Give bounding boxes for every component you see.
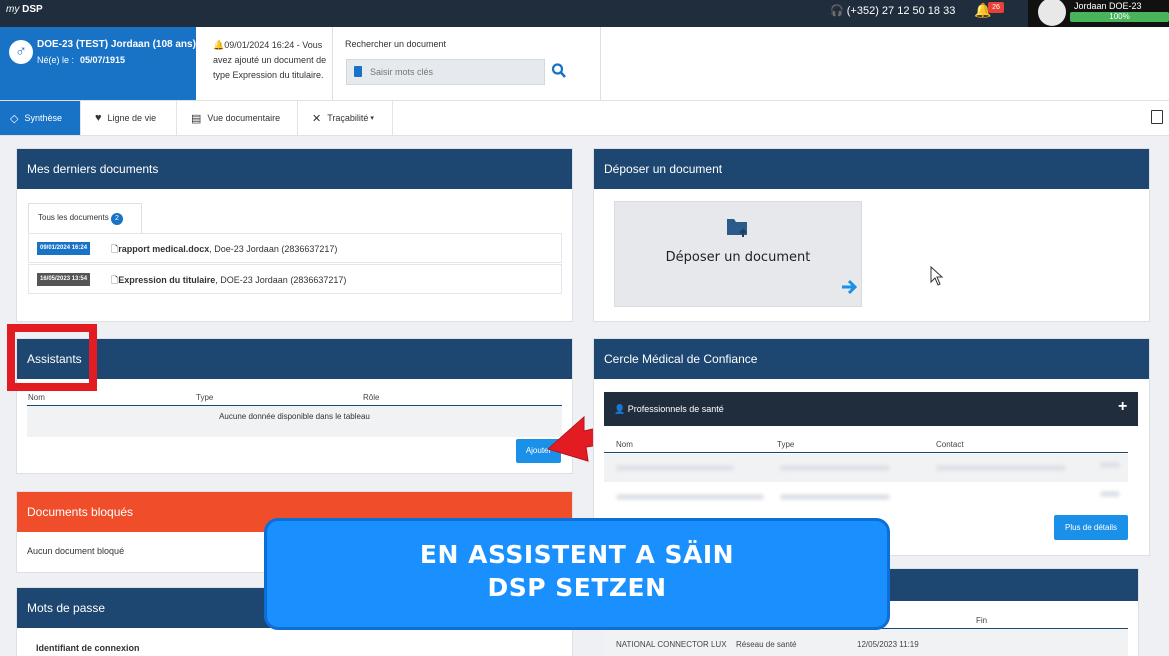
upload-folder-icon <box>725 215 749 239</box>
user-icon: 👤 <box>614 404 626 414</box>
edit-document-icon[interactable] <box>1151 110 1163 124</box>
blurred-type <box>780 494 890 500</box>
add-professional-icon[interactable]: + <box>1118 398 1127 416</box>
tab-tracabilite[interactable]: ✕ Traçabilité ▾ <box>298 101 393 135</box>
synthese-icon: ◇ <box>10 112 19 125</box>
app-logo[interactable]: my DSP <box>6 4 43 15</box>
header-spacer <box>601 27 1169 100</box>
column-header-type[interactable]: Type <box>777 440 794 449</box>
column-header-nom[interactable]: Nom <box>28 393 45 402</box>
search-input[interactable] <box>370 60 542 84</box>
heart-icon: ♥ <box>95 112 102 124</box>
blurred-name <box>616 494 764 500</box>
panel-title: Déposer un document <box>594 149 1149 189</box>
empty-table-message: Aucune donnée disponible dans le tableau <box>219 412 370 421</box>
table-row <box>27 406 562 437</box>
column-header-role[interactable]: Rôle <box>363 393 379 402</box>
highlight-box <box>7 324 97 391</box>
table-divider <box>604 452 1128 453</box>
search-icon[interactable] <box>551 62 567 80</box>
health-professionals-header: 👤 Professionnels de santé <box>604 392 1138 426</box>
blurred-actions <box>1100 491 1120 497</box>
mouse-cursor-icon <box>930 265 944 286</box>
column-header-nom[interactable]: Nom <box>616 440 633 449</box>
panel-title: Assistants <box>17 339 572 379</box>
upload-card-label: Déposer un document <box>665 250 811 265</box>
document-icon <box>354 66 362 77</box>
blurred-name <box>616 465 734 471</box>
documents-icon: ▤ <box>191 112 202 125</box>
column-header-fin[interactable]: Fin <box>976 616 987 625</box>
more-details-button[interactable]: Plus de détails <box>1054 515 1128 540</box>
document-entry[interactable]: 🗋Expression du titulaire, DOE-23 Jordaan… <box>111 273 346 289</box>
access-row-date: 12/05/2023 11:19 <box>857 640 919 649</box>
tab-ligne-de-vie[interactable]: ♥ Ligne de vie <box>81 101 177 135</box>
access-row-type: Réseau de santé <box>736 640 797 649</box>
support-phone: 🎧 (+352) 27 12 50 18 33 <box>830 5 956 17</box>
empty-blocked-message: Aucun document bloqué <box>27 546 125 556</box>
patient-dob: Né(e) le :05/07/1915 <box>37 55 126 65</box>
access-row-name: NATIONAL CONNECTOR LUX <box>616 640 727 649</box>
chevron-down-icon: ▾ <box>370 115 374 122</box>
document-date-badge: 09/01/2024 16:24 <box>37 242 91 255</box>
search-label: Rechercher un document <box>345 39 447 49</box>
tab-synthese[interactable]: ◇ Synthèse <box>0 101 81 135</box>
blurred-contact <box>936 465 1066 471</box>
document-count-badge: 2 <box>110 213 123 225</box>
notification-bell-icon: 🔔 <box>213 40 225 50</box>
column-header-contact[interactable]: Contact <box>936 440 964 449</box>
headset-icon: 🎧 <box>830 5 844 17</box>
profile-progress-bar: 100% <box>1070 12 1169 22</box>
trace-icon: ✕ <box>312 112 322 125</box>
panel-title: Cercle Médical de Confiance <box>594 339 1149 379</box>
tab-vue-documentaire[interactable]: ▤ Vue documentaire <box>177 101 298 135</box>
tab-all-documents[interactable]: Tous les documents 2 <box>28 203 142 233</box>
patient-name: DOE-23 (TEST) Jordaan (108 ans) <box>37 39 196 50</box>
document-entry[interactable]: 🗋rapport medical.docx, Doe-23 Jordaan (2… <box>111 242 337 258</box>
arrow-right-icon[interactable] <box>840 278 858 296</box>
notification-count-badge: 26 <box>988 2 1004 13</box>
tutorial-callout-text: EN ASSISTENT A SÄIN DSP SETZEN <box>419 540 735 602</box>
blurred-type <box>780 465 890 471</box>
document-date-badge: 16/05/2023 13:54 <box>37 273 91 286</box>
blurred-actions <box>1100 462 1120 468</box>
login-identifier-label: Identifiant de connexion <box>36 643 140 653</box>
latest-notification[interactable]: 🔔09/01/2024 16:24 - Vous avez ajouté un … <box>213 38 331 83</box>
male-gender-icon: ♂ <box>9 40 33 64</box>
panel-title: Mes derniers documents <box>17 149 572 189</box>
column-header-type[interactable]: Type <box>196 393 213 402</box>
